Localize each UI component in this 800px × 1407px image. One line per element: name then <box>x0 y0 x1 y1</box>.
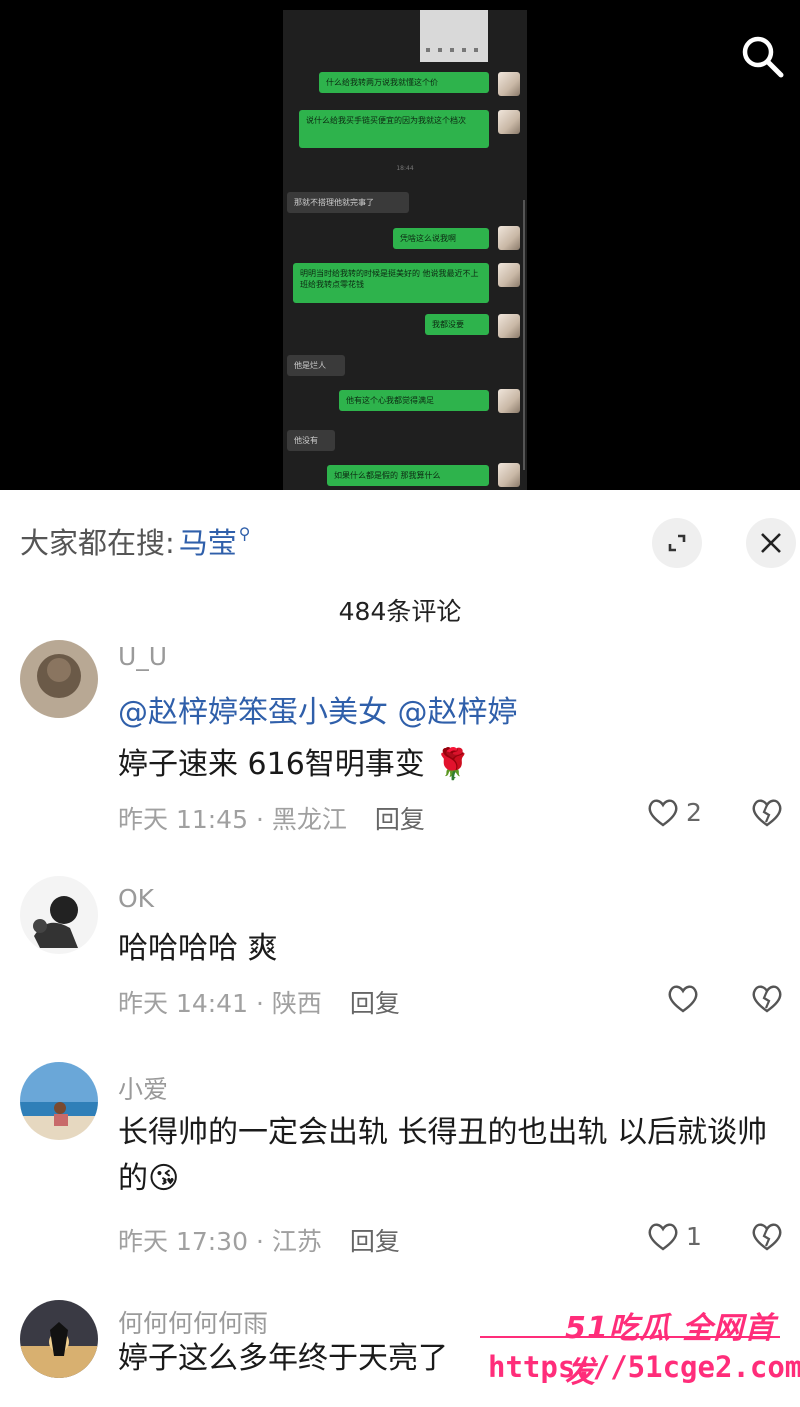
like-button[interactable]: 1 <box>646 1220 702 1252</box>
chat-screenshot: 什么给我转两万说我就懂这个价 说什么给我买手链买便宜的因为我就这个档次 18:4… <box>283 10 527 490</box>
watermark-divider <box>480 1336 780 1338</box>
trending-search-keyword[interactable]: 马莹 <box>179 520 237 562</box>
comment-username[interactable]: 何何何何何雨 <box>118 1304 268 1340</box>
chat-avatar <box>498 389 520 413</box>
comment-time: 昨天 11:45 · 黑龙江 <box>118 805 347 834</box>
reply-button[interactable]: 回复 <box>350 1227 400 1256</box>
comment-mentions[interactable]: @赵梓婷笨蛋小美女 @赵梓婷 <box>118 690 778 736</box>
avatar[interactable] <box>20 640 98 718</box>
comment-time: 昨天 14:41 · 陕西 <box>118 989 322 1018</box>
like-button[interactable]: 2 <box>646 796 702 828</box>
reply-button[interactable]: 回复 <box>375 805 425 834</box>
chat-bubble: 那就不搭理他就完事了 <box>287 192 409 213</box>
comment-text: 哈哈哈哈 爽 <box>118 931 278 966</box>
comment-time: 昨天 17:30 · 江苏 <box>118 1227 322 1256</box>
like-button[interactable] <box>666 982 700 1014</box>
avatar[interactable] <box>20 1300 98 1378</box>
like-count: 1 <box>686 1221 702 1251</box>
dislike-button[interactable] <box>750 982 784 1018</box>
broken-heart-icon <box>752 799 782 827</box>
chat-timestamp: 18:44 <box>396 165 414 172</box>
image-thumbnail <box>420 10 488 62</box>
chat-bubble: 我都没要 <box>425 314 489 335</box>
trending-search[interactable]: 大家都在搜: 马莹 ⚲ <box>20 520 251 562</box>
comment-meta: 昨天 11:45 · 黑龙江 回复 <box>118 800 425 836</box>
chat-bubble: 说什么给我买手链买便宜的因为我就这个档次 <box>299 110 489 148</box>
search-icon[interactable] <box>738 32 786 80</box>
comment-meta: 昨天 14:41 · 陕西 回复 <box>118 984 400 1020</box>
expand-icon <box>668 534 686 552</box>
heart-icon <box>648 799 678 827</box>
chat-bubble: 什么给我转两万说我就懂这个价 <box>319 72 489 93</box>
chat-bubble: 他是烂人 <box>287 355 345 376</box>
comment-text: 长得帅的一定会出轨 长得丑的也出轨 以后就谈帅的😘 <box>118 1115 768 1196</box>
close-icon <box>761 533 781 553</box>
search-small-icon: ⚲ <box>238 523 251 543</box>
comment-username[interactable]: 小爱 <box>118 1070 168 1106</box>
comment-username[interactable]: U_U <box>118 642 167 671</box>
chat-avatar <box>498 110 520 134</box>
broken-heart-icon <box>752 985 782 1013</box>
comment-text: 婷子速来 616智明事变 🌹 <box>118 747 472 782</box>
chat-avatar <box>498 314 520 338</box>
chat-scrollbar <box>523 200 525 470</box>
comment-count: 484条评论 <box>338 597 462 626</box>
comment-username[interactable]: OK <box>118 884 154 913</box>
dislike-button[interactable] <box>750 1220 784 1256</box>
comment-sheet: 大家都在搜: 马莹 ⚲ 484条评论 U_U @赵梓婷笨蛋小美女 @赵梓婷 婷子… <box>0 490 800 1407</box>
chat-bubble: 如果什么都是假的 那我算什么 <box>327 465 489 486</box>
heart-icon <box>668 985 698 1013</box>
chat-bubble: 他有这个心我都觉得满足 <box>339 390 489 411</box>
dislike-button[interactable] <box>750 796 784 832</box>
avatar[interactable] <box>20 876 98 954</box>
chat-avatar <box>498 263 520 287</box>
avatar[interactable] <box>20 1062 98 1140</box>
chat-avatar <box>498 226 520 250</box>
comment-meta: 昨天 17:30 · 江苏 回复 <box>118 1222 400 1258</box>
trending-search-label: 大家都在搜: <box>20 526 175 560</box>
heart-icon <box>648 1223 678 1251</box>
chat-bubble: 他没有 <box>287 430 335 451</box>
like-count: 2 <box>686 797 702 827</box>
close-button[interactable] <box>746 518 796 568</box>
chat-avatar <box>498 72 520 96</box>
broken-heart-icon <box>752 1223 782 1251</box>
watermark-url: https://51cge2.com <box>488 1350 800 1384</box>
video-player[interactable]: 什么给我转两万说我就懂这个价 说什么给我买手链买便宜的因为我就这个档次 18:4… <box>0 0 800 490</box>
chat-bubble: 凭啥这么说我啊 <box>393 228 489 249</box>
chat-bubble: 明明当时给我转的时候是挺美好的 他说我最近不上班给我转点零花钱 <box>293 263 489 303</box>
reply-button[interactable]: 回复 <box>350 989 400 1018</box>
expand-button[interactable] <box>652 518 702 568</box>
chat-avatar <box>498 463 520 487</box>
